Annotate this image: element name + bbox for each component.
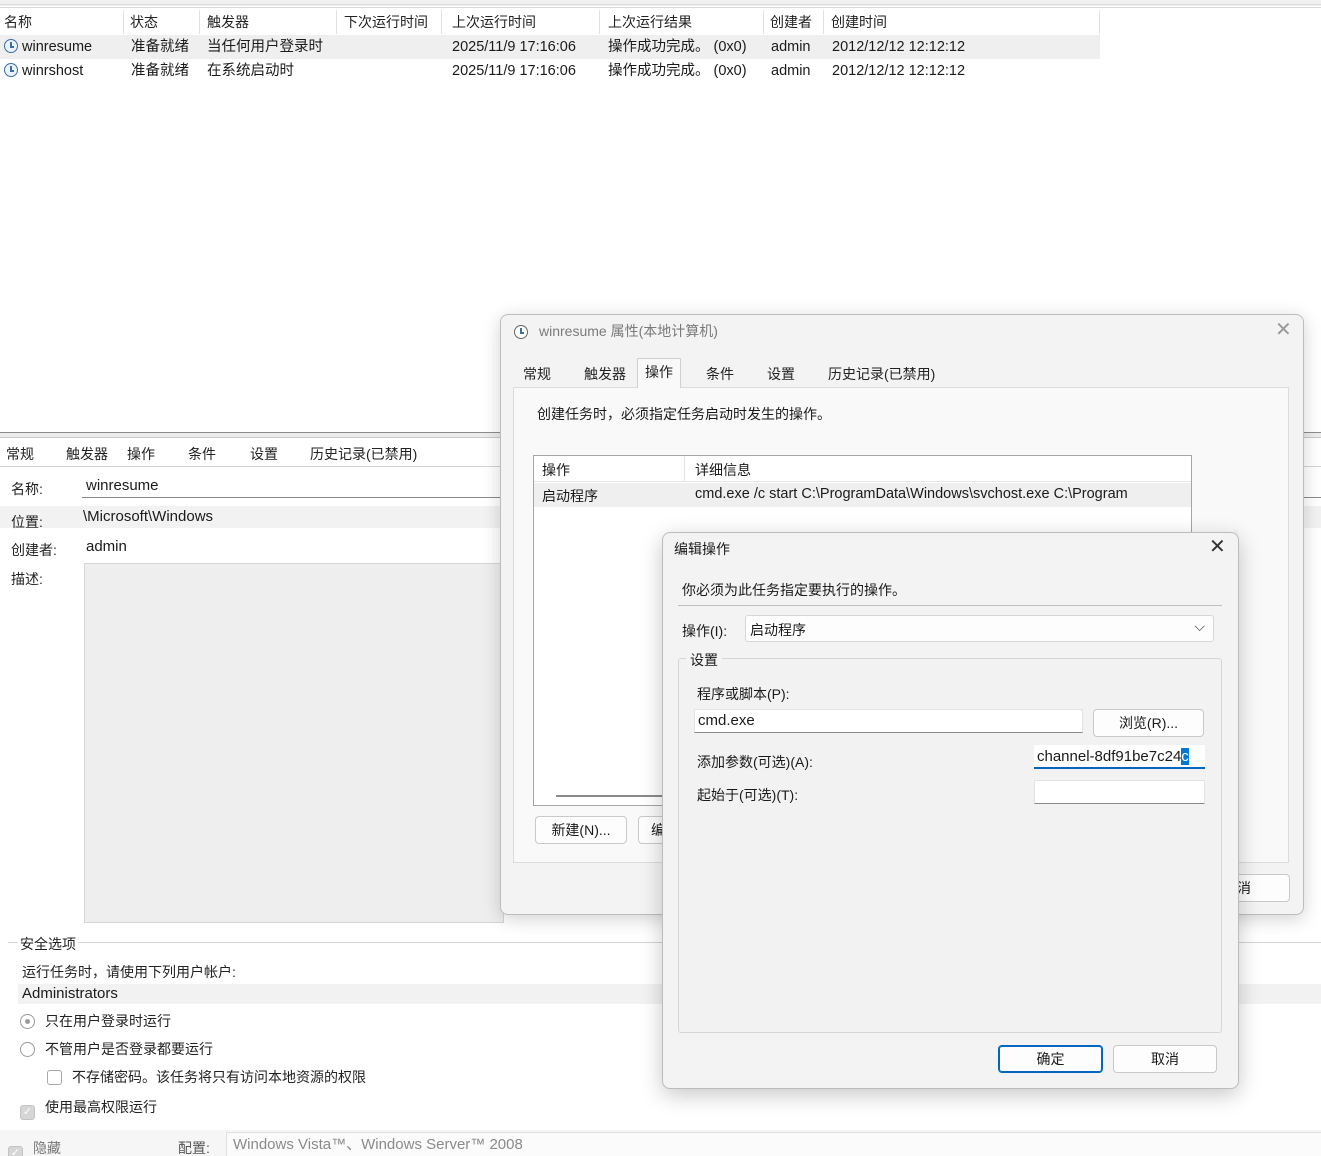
task-clock-icon [514, 324, 532, 340]
arguments-text: channel-8df91be7c24 [1037, 748, 1182, 765]
cancel-button[interactable]: 取消 [1113, 1045, 1217, 1073]
checkbox-do-not-store-password[interactable]: 不存储密码。该任务将只有访问本地资源的权限 [47, 1067, 366, 1087]
pane-tab-general[interactable]: 常规 [0, 442, 40, 466]
arguments-label: 添加参数(可选)(A): [697, 754, 813, 770]
task-last-result: 操作成功完成。 (0x0) [608, 63, 747, 79]
new-action-button[interactable]: 新建(N)... [535, 816, 627, 844]
radio-run-logged-on[interactable]: 只在用户登录时运行 [20, 1011, 171, 1031]
name-label: 名称: [11, 481, 43, 497]
task-name: winrshost [22, 63, 84, 79]
run-as-label: 运行任务时，请使用下列用户帐户: [22, 964, 236, 980]
pane-tab-actions[interactable]: 操作 [121, 442, 161, 466]
task-author: admin [771, 39, 811, 55]
security-group-title: 安全选项 [18, 934, 78, 954]
location-value: \Microsoft\Windows [83, 508, 214, 525]
author-value: admin [86, 538, 127, 555]
checkmark-icon: ✓ [20, 1105, 35, 1120]
ok-button[interactable]: 确定 [998, 1045, 1103, 1073]
task-last-run: 2025/11/9 17:16:06 [452, 63, 576, 79]
column-header-trigger[interactable]: 触发器 [203, 10, 337, 34]
start-in-label: 起始于(可选)(T): [697, 787, 799, 803]
task-clock-icon [4, 63, 18, 77]
location-label: 位置: [11, 514, 43, 530]
column-header-last-run[interactable]: 上次运行时间 [448, 10, 600, 34]
column-header-status[interactable]: 状态 [126, 10, 200, 34]
pane-tab-settings[interactable]: 设置 [244, 442, 284, 466]
actions-list-header: 操作 详细信息 [534, 456, 1191, 482]
description-label: 描述: [11, 571, 43, 587]
dialog-tab-general[interactable]: 常规 [516, 361, 558, 387]
dialog-tab-actions[interactable]: 操作 [637, 358, 681, 388]
list-header-detail[interactable]: 详细信息 [695, 460, 751, 480]
list-item-action: 启动程序 [542, 488, 598, 504]
author-label: 创建者: [11, 542, 57, 558]
config-label: 配置: [178, 1140, 210, 1156]
column-header-name[interactable]: 名称 [0, 10, 124, 34]
settings-group-title: 设置 [686, 650, 722, 670]
list-header-action[interactable]: 操作 [542, 460, 570, 480]
dialog-tab-triggers[interactable]: 触发器 [577, 361, 633, 387]
description-textarea[interactable] [84, 563, 504, 923]
edit-instruction-divider [678, 605, 1222, 606]
list-header-divider [684, 456, 685, 481]
task-status: 准备就绪 [131, 63, 189, 79]
checkbox-hidden[interactable]: ✓ 隐藏 [8, 1138, 61, 1156]
program-label: 程序或脚本(P): [697, 686, 790, 702]
horizontal-scrollbar[interactable] [556, 795, 666, 797]
config-select[interactable]: Windows Vista™、Windows Server™ 2008 [226, 1132, 1321, 1156]
dialog-tab-history[interactable]: 历史记录(已禁用) [821, 361, 942, 387]
arguments-input[interactable]: channel-8df91be7c24c [1034, 745, 1205, 769]
radio-dot [20, 1014, 35, 1029]
task-row-winrshost[interactable]: winrshost 准备就绪 在系统启动时 2025/11/9 17:16:06… [0, 59, 1100, 83]
task-created: 2012/12/12 12:12:12 [832, 63, 966, 79]
task-last-run: 2025/11/9 17:16:06 [452, 39, 576, 55]
task-status: 准备就绪 [131, 39, 189, 55]
radio-run-whether-logged-on[interactable]: 不管用户是否登录都要运行 [20, 1039, 213, 1059]
edit-dialog-title: 编辑操作 [674, 541, 730, 557]
close-icon[interactable]: ✕ [1275, 318, 1292, 342]
task-trigger: 当任何用户登录时 [207, 39, 323, 55]
action-type-label: 操作(I): [682, 623, 728, 639]
task-row-winresume[interactable]: winresume 准备就绪 当任何用户登录时 2025/11/9 17:16:… [0, 35, 1100, 59]
column-header-author[interactable]: 创建者 [766, 10, 824, 34]
arguments-selection: c [1181, 748, 1189, 765]
close-icon[interactable]: ✕ [1209, 535, 1226, 559]
properties-dialog-title: winresume 属性(本地计算机) [539, 323, 718, 339]
task-created: 2012/12/12 12:12:12 [832, 39, 966, 55]
column-header-next-run[interactable]: 下次运行时间 [340, 10, 442, 34]
action-type-value: 启动程序 [750, 622, 806, 638]
edit-instruction: 你必须为此任务指定要执行的操作。 [682, 582, 906, 598]
radio-dot [20, 1042, 35, 1057]
dialog-tab-settings[interactable]: 设置 [760, 361, 802, 387]
checkbox-box [47, 1070, 62, 1085]
task-author: admin [771, 63, 811, 79]
checkbox-run-highest-privileges[interactable]: ✓ 使用最高权限运行 [20, 1097, 157, 1120]
pane-tab-history[interactable]: 历史记录(已禁用) [304, 442, 423, 466]
task-last-result: 操作成功完成。 (0x0) [608, 39, 747, 55]
column-header-last-result[interactable]: 上次运行结果 [604, 10, 764, 34]
checkmark-icon: ✓ [8, 1146, 23, 1156]
task-name: winresume [22, 39, 93, 55]
task-clock-icon [4, 39, 18, 53]
column-header-created[interactable]: 创建时间 [827, 10, 1100, 34]
pane-tab-triggers[interactable]: 触发器 [60, 442, 114, 466]
run-as-user: Administrators [22, 985, 118, 1002]
program-input[interactable]: cmd.exe [694, 709, 1083, 733]
chevron-down-icon: ⌵ [1194, 618, 1205, 634]
pane-tab-conditions[interactable]: 条件 [182, 442, 222, 466]
window-top-border [0, 0, 1321, 8]
dialog-tab-conditions[interactable]: 条件 [699, 361, 741, 387]
browse-button[interactable]: 浏览(R)... [1093, 709, 1204, 737]
start-in-input[interactable] [1034, 780, 1205, 804]
actions-instruction: 创建任务时，必须指定任务启动时发生的操作。 [537, 406, 831, 422]
list-item-detail: cmd.exe /c start C:\ProgramData\Windows\… [695, 486, 1128, 502]
action-type-select[interactable]: 启动程序 ⌵ [745, 615, 1214, 642]
task-trigger: 在系统启动时 [207, 63, 294, 79]
list-item[interactable]: 启动程序 cmd.exe /c start C:\ProgramData\Win… [534, 483, 1191, 507]
